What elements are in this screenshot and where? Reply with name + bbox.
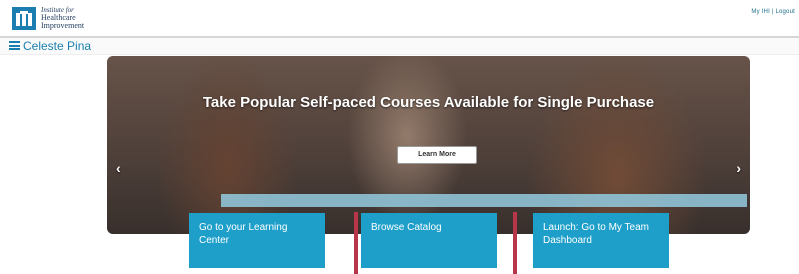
team-dashboard-tile[interactable]: Launch: Go to My Team Dashboard [533, 213, 669, 268]
hero-image [107, 56, 750, 234]
logo-wordmark[interactable]: Institute for Healthcare Improvement [41, 6, 131, 30]
logo-line-3: Improvement [41, 21, 85, 30]
divider-post [513, 212, 517, 274]
user-name[interactable]: Celeste Pina [23, 39, 91, 53]
divider-post [354, 212, 358, 274]
hero-title: Take Popular Self-paced Courses Availabl… [202, 94, 655, 111]
browse-catalog-tile[interactable]: Browse Catalog [361, 213, 497, 268]
learn-more-button[interactable]: Learn More [397, 146, 477, 164]
account-links[interactable]: My IHI | Logout [751, 9, 795, 15]
hero-carousel: Take Popular Self-paced Courses Availabl… [107, 56, 750, 234]
tile-background-strip [221, 194, 747, 207]
hamburger-menu-icon[interactable] [9, 41, 20, 50]
top-header: Institute for Healthcare Improvement My … [0, 0, 799, 38]
carousel-prev-icon[interactable]: ‹ [116, 160, 121, 176]
carousel-next-icon[interactable]: › [736, 160, 741, 176]
user-bar: Celeste Pina [0, 38, 799, 55]
learning-center-tile[interactable]: Go to your Learning Center [189, 213, 325, 268]
ihi-logo-icon[interactable] [12, 7, 36, 30]
